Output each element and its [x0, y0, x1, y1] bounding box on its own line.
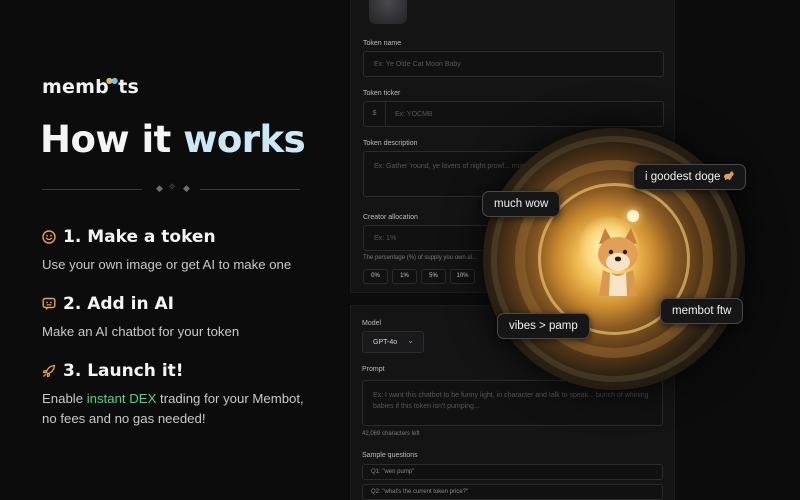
desc-text: trading for your Membot, [156, 391, 304, 406]
step-description: Make an AI chatbot for your token [42, 324, 240, 339]
dog-emoji-icon [723, 165, 735, 180]
logo-text-suffix: ts [118, 76, 140, 98]
sample-question-text: Q1: "wen pump" [371, 469, 415, 475]
desc-text: Enable [42, 391, 87, 406]
diamond-icon: ◆ [156, 183, 163, 193]
ticker-input[interactable]: $ Ex: YOCMB [363, 101, 664, 127]
allocation-chip[interactable]: 0% [363, 269, 388, 284]
step-description: Enable instant DEX trading for your Memb… [42, 389, 304, 429]
placeholder: Ex: 1% [374, 235, 397, 242]
membots-logo: memb●●ts [42, 76, 139, 98]
step-add-ai: 2. Add in AI Make an AI chatbot for your… [42, 294, 239, 342]
sample-questions-label: Sample questions [362, 452, 418, 459]
prompt-label: Prompt [362, 366, 385, 373]
step-title: 1. Make a token [63, 227, 216, 247]
token-name-label: Token name [363, 40, 402, 47]
chat-bubble-text: i goodest doge [645, 171, 721, 183]
desc-text: no fees and no gas needed! [42, 411, 206, 426]
description-label: Token description [363, 140, 418, 147]
step-title: 2. Add in AI [63, 294, 174, 314]
sparkle-icon: ✧ [168, 182, 177, 193]
ticker-label: Token ticker [363, 90, 401, 97]
page-title-part2: works [183, 118, 306, 161]
sample-question-input[interactable]: Q1: "wen pump" [362, 464, 663, 480]
placeholder: Ex: I want this chatbot to be funny ligh… [373, 392, 649, 410]
page-title-part1: How it [40, 118, 184, 161]
marketing-panel: memb●●ts How it works ◆ ✧ ◆ 1. Make a to… [0, 0, 340, 500]
sample-question-input[interactable]: Q2: "what's the current token price?" [362, 484, 663, 500]
instant-dex-highlight: instant DEX [86, 391, 157, 406]
doge-illustration [598, 228, 638, 296]
model-value: GPT-4o [373, 339, 398, 346]
step-description: Use your own image or get AI to make one [42, 257, 292, 272]
rocket-icon [42, 364, 56, 378]
character-counter: 42,069 characters left [362, 431, 420, 437]
model-label: Model [362, 320, 382, 327]
chat-bubble: much wow [482, 191, 561, 217]
sample-question-text: Q2: "what's the current token price?" [371, 489, 469, 495]
step-launch: 3. Launch it! Enable instant DEX trading… [42, 361, 304, 429]
chat-bubble: membot ftw [660, 298, 744, 324]
chat-icon [42, 297, 56, 311]
divider-line [42, 189, 142, 190]
logo-text-prefix: memb [42, 76, 109, 98]
token-image-upload[interactable] [369, 0, 407, 24]
chat-bubble: vibes > pamp [497, 313, 590, 339]
diamond-icon: ◆ [183, 183, 190, 193]
allocation-label: Creator allocation [363, 214, 418, 221]
placeholder: Ex: Ye Olde Cat Moon Baby [374, 61, 461, 68]
allocation-chip[interactable]: 10% [450, 269, 475, 284]
chevron-down-icon: ⌄ [407, 336, 414, 345]
step-title: 3. Launch it! [63, 361, 184, 381]
step-make-token: 1. Make a token Use your own image or ge… [42, 227, 291, 275]
allocation-chip[interactable]: 1% [392, 269, 417, 284]
model-select[interactable]: GPT-4o ⌄ [362, 331, 424, 353]
dollar-prefix: $ [364, 102, 386, 126]
page-title: How it works [40, 118, 306, 161]
allocation-hint: The percentage (%) of supply you own al.… [363, 255, 478, 261]
allocation-chip[interactable]: 5% [421, 269, 446, 284]
allocation-presets: 0% 1% 5% 10% [363, 269, 475, 284]
chat-bubble: i goodest doge [633, 164, 747, 190]
ornament-divider: ◆ ✧ ◆ [42, 182, 300, 193]
token-name-input[interactable]: Ex: Ye Olde Cat Moon Baby [363, 51, 664, 77]
smiley-icon [42, 230, 56, 244]
placeholder: Ex: YOCMB [395, 111, 433, 118]
divider-line [200, 189, 300, 190]
logo-dot-icon: ● [111, 76, 119, 85]
light-orb [627, 210, 639, 222]
